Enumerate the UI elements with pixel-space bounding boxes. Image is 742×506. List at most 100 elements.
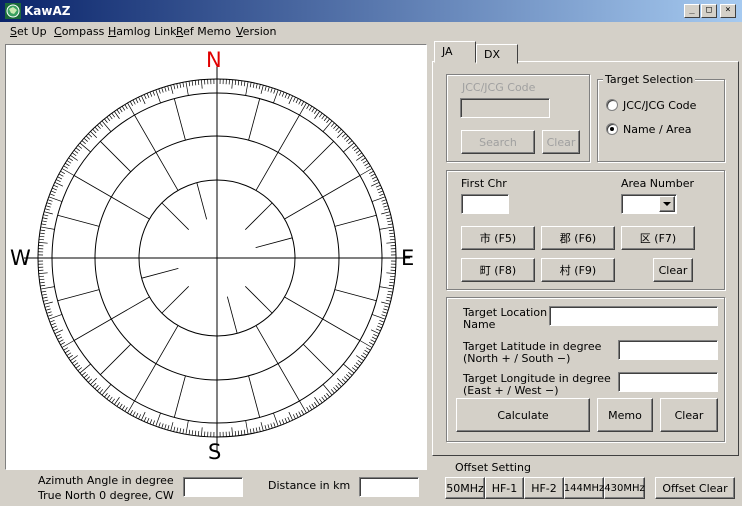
shi-button[interactable]: 市 (F5)	[461, 226, 535, 250]
offset-430mhz-button[interactable]: 430MHz	[604, 477, 645, 499]
title-bar[interactable]	[0, 0, 742, 22]
compass-degree-tick	[182, 82, 185, 88]
compass-degree-tick	[245, 81, 249, 96]
compass-degree-tick	[127, 400, 135, 414]
compass-degree-tick	[240, 80, 243, 86]
compass-degree-tick	[270, 423, 273, 429]
machi-button[interactable]: 町 (F8)	[461, 258, 535, 282]
compass-degree-tick	[292, 96, 296, 102]
target-clear-button[interactable]: Clear	[660, 398, 718, 432]
calculate-button[interactable]: Calculate	[456, 398, 590, 432]
menu-version[interactable]: Version	[236, 25, 276, 38]
distance-label: Distance in km	[268, 479, 351, 492]
compass-degree-tick	[326, 118, 330, 123]
latitude-field[interactable]	[618, 340, 718, 360]
compass-degree-tick	[389, 235, 395, 238]
chr-clear-button[interactable]: Clear	[653, 258, 693, 282]
compass-degree-tick	[383, 308, 389, 311]
compass-degree-tick	[388, 229, 394, 232]
offset-hf2-button[interactable]: HF-2	[524, 477, 564, 499]
compass-degree-tick	[39, 232, 45, 235]
minimize-button[interactable]: _	[684, 4, 700, 18]
compass-degree-tick	[54, 329, 64, 334]
compass-degree-tick	[365, 165, 371, 169]
dropdown-arrow-icon[interactable]	[659, 196, 675, 212]
offset-144mhz-button[interactable]: 144MHz	[564, 477, 604, 499]
menu-compass[interactable]: Compass	[54, 25, 104, 38]
compass-degree-tick	[49, 193, 55, 196]
longitude-field[interactable]	[618, 372, 718, 392]
offset-clear-button[interactable]: Offset Clear	[655, 477, 735, 499]
location-field[interactable]	[549, 306, 718, 326]
compass-degree-tick	[167, 85, 170, 91]
compass-degree-tick	[143, 94, 147, 100]
compass-degree-tick	[40, 286, 55, 290]
compass-panel[interactable]: N S W E	[5, 44, 427, 470]
search-button[interactable]: Search	[461, 130, 535, 154]
compass-degree-tick	[270, 87, 273, 93]
compass-degree-tick	[191, 430, 194, 436]
compass-degree-tick	[85, 135, 90, 140]
compass-degree-tick	[164, 424, 167, 430]
compass-degree-tick	[335, 126, 340, 131]
compass-inner-spoke	[161, 202, 189, 230]
compass-degree-tick	[41, 223, 47, 226]
compass-degree-tick	[111, 398, 116, 404]
compass-degree-tick	[83, 137, 88, 142]
compass-degree-tick	[386, 217, 392, 220]
compass-degree-tick	[311, 107, 315, 113]
mura-button[interactable]: 村 (F9)	[541, 258, 615, 282]
area-number-select[interactable]	[621, 194, 677, 214]
radio-jcc-code-label[interactable]: JCC/JCG Code	[623, 99, 696, 112]
menu-setup[interactable]: Set Up	[10, 25, 47, 38]
compass-radial-spoke	[248, 98, 261, 141]
code-clear-button[interactable]: Clear	[542, 130, 580, 154]
compass-degree-tick	[379, 320, 385, 323]
gun-button[interactable]: 郡 (F6)	[541, 226, 615, 250]
radio-jcc-code[interactable]	[606, 99, 618, 111]
compass-degree-tick	[176, 83, 179, 89]
radio-name-area-label[interactable]: Name / Area	[623, 123, 691, 136]
compass-degree-tick	[361, 157, 366, 161]
ku-button[interactable]: 区 (F7)	[621, 226, 695, 250]
compass-degree-tick	[352, 145, 357, 149]
compass-degree-tick	[87, 133, 93, 138]
code-field[interactable]	[460, 98, 550, 118]
distance-field[interactable]	[359, 477, 419, 497]
compass-inner-spoke	[161, 286, 189, 314]
tab-ja[interactable]: JA	[434, 41, 476, 63]
azimuth-field[interactable]	[183, 477, 243, 497]
compass-degree-tick	[249, 82, 252, 88]
radio-name-area[interactable]	[606, 123, 618, 135]
first-chr-label: First Chr	[461, 177, 507, 190]
compass-degree-tick	[318, 112, 323, 118]
close-button[interactable]: ×	[720, 4, 736, 18]
menu-ref-memo[interactable]: Ref Memo	[176, 25, 231, 38]
compass-degree-tick	[355, 149, 361, 154]
compass-degree-tick	[41, 290, 47, 293]
compass-degree-tick	[258, 426, 261, 432]
compass-degree-tick	[65, 162, 70, 167]
compass-degree-tick	[85, 376, 90, 381]
maximize-button[interactable]: □	[701, 4, 717, 18]
compass-degree-tick	[194, 80, 197, 86]
offset-50mhz-button[interactable]: 50MHz	[445, 477, 485, 499]
compass-inner-spoke	[141, 267, 179, 279]
compass-degree-tick	[57, 336, 63, 340]
compass-west-label: W	[10, 246, 31, 270]
first-chr-field[interactable]	[461, 194, 509, 214]
memo-button[interactable]: Memo	[597, 398, 653, 432]
compass-degree-tick	[44, 305, 50, 308]
compass-degree-tick	[46, 311, 52, 314]
offset-hf1-button[interactable]: HF-1	[485, 477, 524, 499]
menu-hamlog-link[interactable]: Hamlog Link	[108, 25, 177, 38]
compass-degree-tick	[149, 419, 153, 425]
compass-degree-tick	[255, 427, 258, 433]
compass-degree-tick	[337, 382, 342, 388]
compass-degree-tick	[321, 114, 326, 120]
compass-degree-tick	[135, 98, 139, 104]
compass-degree-tick	[387, 220, 393, 223]
tab-dx[interactable]: DX	[476, 44, 518, 64]
compass-degree-tick	[146, 418, 150, 423]
compass-degree-tick	[47, 199, 53, 202]
